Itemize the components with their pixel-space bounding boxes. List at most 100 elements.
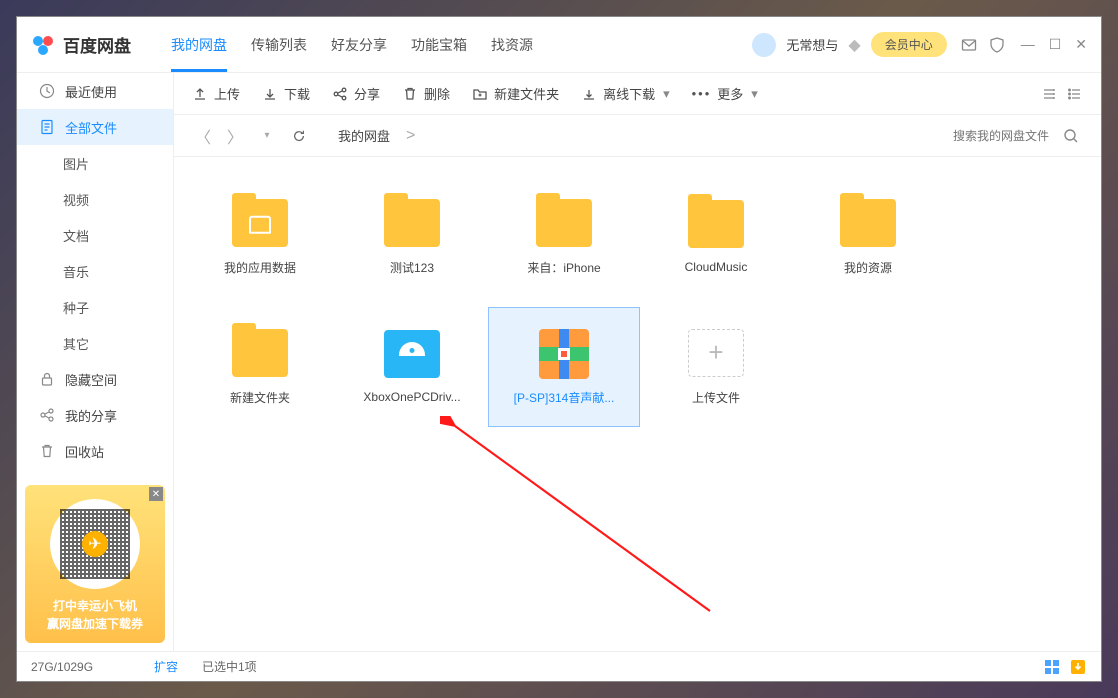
file-name: [P-SP]314音声献... <box>514 389 615 406</box>
file-name: 新建文件夹 <box>230 389 290 406</box>
list-view-button[interactable] <box>1067 86 1083 102</box>
maximize-button[interactable]: ☐ <box>1049 36 1062 53</box>
grid-view-icon[interactable] <box>1043 659 1061 675</box>
file-name: 我的资源 <box>844 259 892 276</box>
share-button[interactable]: 分享 <box>332 84 380 103</box>
diamond-icon[interactable]: ◆ <box>848 35 860 55</box>
ellipsis-icon: ••• <box>692 86 712 101</box>
plane-icon: ✈ <box>82 531 108 557</box>
promo-line1: 打中幸运小飞机 <box>47 597 143 615</box>
file-item-selected[interactable]: [P-SP]314音声献... <box>488 307 640 427</box>
file-item[interactable]: 我的资源 <box>792 177 944 297</box>
sidebar-item-music[interactable]: 音乐 <box>17 253 173 289</box>
search-icon[interactable] <box>1059 124 1083 148</box>
sidebar-item-hidden[interactable]: 隐藏空间 <box>17 361 173 397</box>
sidebar-item-recent[interactable]: 最近使用 <box>17 73 173 109</box>
file-item[interactable]: XboxOnePCDriv... <box>336 307 488 427</box>
sidebar-item-videos[interactable]: 视频 <box>17 181 173 217</box>
folder-icon <box>384 199 440 247</box>
offline-download-button[interactable]: 离线下载 ▾ <box>581 84 670 103</box>
title-bar: 百度网盘 我的网盘 传输列表 好友分享 功能宝箱 找资源 无常想与 ◆ 会员中心… <box>17 17 1101 73</box>
promo-text: 打中幸运小飞机 赢网盘加速下载券 <box>47 597 143 633</box>
shield-icon[interactable] <box>989 37 1005 53</box>
tool-label: 更多 <box>717 84 743 103</box>
folder-app-icon <box>232 199 288 247</box>
expand-storage-button[interactable]: 扩容 <box>154 658 178 675</box>
tab-toolbox[interactable]: 功能宝箱 <box>411 17 467 72</box>
sidebar-item-torrents[interactable]: 种子 <box>17 289 173 325</box>
tool-label: 上传 <box>214 84 240 103</box>
file-item[interactable]: 我的应用数据 <box>184 177 336 297</box>
sidebar-item-my-share[interactable]: 我的分享 <box>17 397 173 433</box>
sidebar-item-docs[interactable]: 文档 <box>17 217 173 253</box>
archive-icon <box>539 329 589 379</box>
chevron-down-icon: ▾ <box>663 86 670 102</box>
breadcrumb-root[interactable]: 我的网盘 <box>338 126 390 145</box>
file-toolbar: 上传 下载 分享 删除 新建文件夹 离线下载 ▾ ••• 更多 ▾ <box>174 73 1101 115</box>
file-item[interactable]: CloudMusic <box>640 177 792 297</box>
tab-resources[interactable]: 找资源 <box>491 17 533 72</box>
folder-icon <box>688 200 744 248</box>
file-name: CloudMusic <box>685 260 748 274</box>
body-area: 最近使用 全部文件 图片 视频 文档 音乐 种子 其它 隐藏空间 我的分享 回收 <box>17 73 1101 651</box>
promo-qr: ✈ <box>50 499 140 589</box>
file-name: 来自：iPhone <box>527 259 600 276</box>
close-button[interactable]: ✕ <box>1075 36 1087 53</box>
selection-label: 已选中1项 <box>202 660 257 674</box>
nav-bar: 〈 〉 ▾ 我的网盘 > <box>174 115 1101 157</box>
sort-button[interactable] <box>1041 86 1057 102</box>
tool-label: 分享 <box>354 84 380 103</box>
tab-my-drive[interactable]: 我的网盘 <box>171 17 227 72</box>
transfer-icon[interactable] <box>1069 659 1087 675</box>
avatar[interactable] <box>752 33 776 57</box>
sidebar-item-images[interactable]: 图片 <box>17 145 173 181</box>
tool-label: 下载 <box>284 84 310 103</box>
forward-button[interactable]: 〉 <box>224 125 246 147</box>
app-name: 百度网盘 <box>63 32 131 57</box>
promo-banner[interactable]: ✕ ✈ 打中幸运小飞机 赢网盘加速下载券 <box>25 485 165 643</box>
delete-button[interactable]: 删除 <box>402 84 450 103</box>
more-button[interactable]: ••• 更多 ▾ <box>692 84 758 103</box>
download-button[interactable]: 下载 <box>262 84 310 103</box>
sidebar: 最近使用 全部文件 图片 视频 文档 音乐 种子 其它 隐藏空间 我的分享 回收 <box>17 73 174 651</box>
file-grid: 我的应用数据 测试123 来自：iPhone CloudMusic 我的资源 新… <box>174 157 1101 651</box>
back-button[interactable]: 〈 <box>192 125 214 147</box>
sidebar-item-all-files[interactable]: 全部文件 <box>17 109 173 145</box>
upload-icon <box>192 86 208 102</box>
sidebar-item-label: 其它 <box>63 334 89 353</box>
upload-button[interactable]: 上传 <box>192 84 240 103</box>
sidebar-item-label: 音乐 <box>63 262 89 281</box>
share-icon <box>332 86 348 102</box>
chevron-down-icon: ▾ <box>751 86 758 102</box>
new-folder-button[interactable]: 新建文件夹 <box>472 84 559 103</box>
trash-icon <box>39 443 55 459</box>
file-name: XboxOnePCDriv... <box>363 390 460 404</box>
sidebar-item-trash[interactable]: 回收站 <box>17 433 173 469</box>
sidebar-item-other[interactable]: 其它 <box>17 325 173 361</box>
file-item[interactable]: 测试123 <box>336 177 488 297</box>
refresh-button[interactable] <box>288 125 310 147</box>
window-controls: — ☐ ✕ <box>1021 36 1087 53</box>
sidebar-item-label: 回收站 <box>65 442 104 461</box>
lock-icon <box>39 371 55 387</box>
mail-icon[interactable] <box>961 37 977 53</box>
upload-placeholder[interactable]: + 上传文件 <box>640 307 792 427</box>
tool-label: 离线下载 <box>603 84 655 103</box>
file-item[interactable]: 来自：iPhone <box>488 177 640 297</box>
file-item[interactable]: 新建文件夹 <box>184 307 336 427</box>
new-folder-icon <box>472 86 488 102</box>
promo-close-button[interactable]: ✕ <box>149 487 163 501</box>
sidebar-item-label: 最近使用 <box>65 82 117 101</box>
search-input[interactable] <box>879 123 1059 149</box>
plus-icon: + <box>688 329 744 377</box>
history-button[interactable]: ▾ <box>256 125 278 147</box>
file-name: 上传文件 <box>692 389 740 406</box>
main-tabs: 我的网盘 传输列表 好友分享 功能宝箱 找资源 <box>171 17 533 72</box>
tab-transfers[interactable]: 传输列表 <box>251 17 307 72</box>
username-label: 无常想与 <box>786 35 838 54</box>
logo-icon <box>31 33 55 57</box>
tab-friend-share[interactable]: 好友分享 <box>331 17 387 72</box>
minimize-button[interactable]: — <box>1021 36 1035 53</box>
vip-button[interactable]: 会员中心 <box>871 32 947 57</box>
user-zone: 无常想与 ◆ 会员中心 <box>752 32 946 57</box>
